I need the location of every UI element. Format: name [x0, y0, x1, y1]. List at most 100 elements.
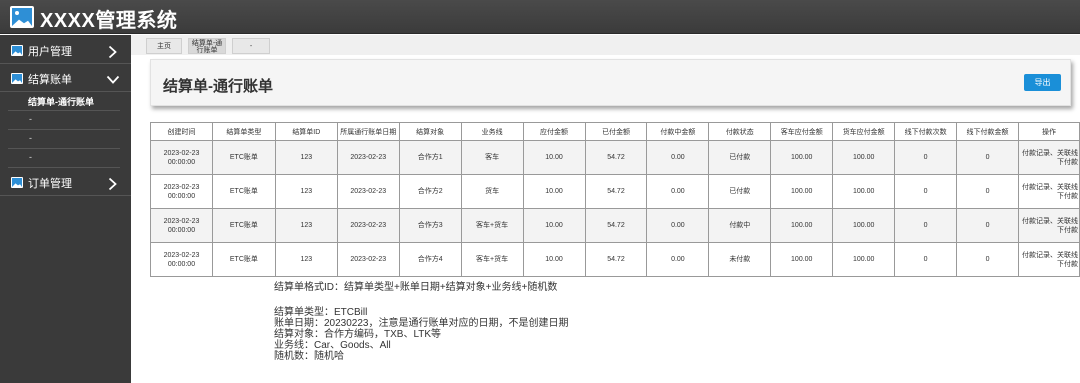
table-row[interactable]: 2023-02-23 00:00:00 ETC账单 123 2023-02-23 …	[150, 242, 1080, 277]
tab-label: -	[249, 43, 253, 50]
operations-link[interactable]: 付款记录、关联线	[1022, 252, 1078, 259]
column-header: 已付金额	[584, 122, 648, 141]
created-time-cell: 2023-02-23 00:00:00	[150, 174, 213, 209]
column-header: 付款中金额	[646, 122, 710, 141]
business-line-cell: 货车	[460, 174, 524, 209]
offline-amount-cell: 0	[956, 242, 1019, 277]
status-cell: 付款中	[708, 208, 772, 243]
paying-cell: 0.00	[646, 208, 710, 243]
sidebar-subitem[interactable]: -	[8, 111, 120, 130]
image-icon	[11, 177, 23, 188]
sidebar-item-order-management[interactable]: 订单管理	[0, 168, 131, 196]
operations-link[interactable]: 付款记录、关联线	[1022, 184, 1078, 191]
table-row[interactable]: 2023-02-23 00:00:00 ETC账单 123 2023-02-23 …	[150, 140, 1080, 175]
created-date: 2023-02-23	[163, 183, 200, 191]
bus-payable-cell: 100.00	[770, 208, 834, 243]
paid-cell: 54.72	[584, 242, 648, 277]
created-date: 2023-02-23	[163, 251, 200, 259]
offline-amount-cell: 0	[956, 208, 1019, 243]
column-header: 结算对象	[398, 122, 462, 141]
tab-label-line2: 行账单	[196, 47, 218, 54]
operations-link[interactable]: 下付款	[1057, 261, 1078, 268]
column-header: 结算单类型	[211, 122, 276, 141]
table-header-row: 创建时间 结算单类型 结算单ID 所属通行账单日期 结算对象 业务线 应付金额 …	[150, 122, 1080, 141]
tab-home[interactable]: 主页	[146, 38, 182, 54]
paid-cell: 54.72	[584, 174, 648, 209]
business-line-cell: 客车+货车	[460, 242, 524, 277]
operations-link[interactable]: 下付款	[1057, 193, 1078, 200]
sidebar-subitem[interactable]: -	[8, 149, 120, 168]
operations-cell: 付款记录、关联线下付款	[1018, 174, 1080, 209]
column-header: 业务线	[460, 122, 524, 141]
sidebar-subitem[interactable]: -	[8, 130, 120, 149]
created-clock: 00:00:00	[167, 192, 196, 200]
created-time-cell: 2023-02-23 00:00:00	[150, 242, 213, 277]
business-line-cell: 客车+货车	[460, 208, 524, 243]
offline-count-cell: 0	[894, 174, 958, 209]
type-cell: ETC账单	[211, 242, 276, 277]
tab-settlement-toll-bill[interactable]: 结算单-通 行账单	[188, 38, 226, 54]
chevron-right-icon	[108, 45, 117, 59]
table-row[interactable]: 2023-02-23 00:00:00 ETC账单 123 2023-02-23 …	[150, 208, 1080, 243]
bill-date-cell: 2023-02-23	[336, 208, 400, 243]
bus-payable-cell: 100.00	[770, 174, 834, 209]
operations-link[interactable]: 付款记录、关联线	[1022, 218, 1078, 225]
truck-payable-cell: 100.00	[832, 140, 896, 175]
format-notes: 结算单格式ID：结算单类型+账单日期+结算对象+业务线+随机数 结算单类型：ET…	[274, 282, 569, 362]
page-header-card: 结算单-通行账单 导出	[150, 59, 1071, 106]
sidebar-item-user-management[interactable]: 用户管理	[0, 36, 131, 64]
sidebar-subitem-label: -	[29, 152, 32, 162]
operations-link[interactable]: 下付款	[1057, 227, 1078, 234]
offline-amount-cell: 0	[956, 140, 1019, 175]
top-header: XXXX管理系统	[0, 0, 1080, 34]
paying-cell: 0.00	[646, 174, 710, 209]
paid-cell: 54.72	[584, 208, 648, 243]
created-clock: 00:00:00	[167, 158, 196, 166]
note-line: 结算对象：合作方编码，TXB、LTK等	[274, 329, 442, 340]
created-clock: 00:00:00	[167, 260, 196, 268]
column-header: 结算单ID	[274, 122, 338, 141]
column-header: 创建时间	[150, 122, 213, 141]
note-line: 结算单类型：ETCBill	[274, 307, 368, 318]
sidebar-item-label: 订单管理	[28, 178, 72, 190]
paying-cell: 0.00	[646, 242, 710, 277]
id-cell: 123	[274, 208, 338, 243]
id-cell: 123	[274, 242, 338, 277]
sidebar: 用户管理 结算账单 结算单-通行账单 - - - 订单管理	[0, 35, 131, 383]
operations-cell: 付款记录、关联线下付款	[1018, 140, 1080, 175]
created-time-cell: 2023-02-23 00:00:00	[150, 208, 213, 243]
truck-payable-cell: 100.00	[832, 242, 896, 277]
settlement-table: 创建时间 结算单类型 结算单ID 所属通行账单日期 结算对象 业务线 应付金额 …	[150, 122, 1080, 277]
offline-count-cell: 0	[894, 140, 958, 175]
bill-date-cell: 2023-02-23	[336, 242, 400, 277]
target-cell: 合作方2	[398, 174, 462, 209]
page-title: 结算单-通行账单	[163, 78, 273, 95]
payable-cell: 10.00	[522, 174, 586, 209]
bus-payable-cell: 100.00	[770, 242, 834, 277]
chevron-right-icon	[108, 177, 117, 191]
type-cell: ETC账单	[211, 174, 276, 209]
tab-extra[interactable]: -	[232, 38, 270, 54]
sidebar-subitem-label: -	[29, 133, 32, 143]
operations-link[interactable]: 下付款	[1057, 159, 1078, 166]
sidebar-subitem-settlement-toll-bill[interactable]: 结算单-通行账单	[8, 92, 120, 111]
operations-link[interactable]: 付款记录、关联线	[1022, 150, 1078, 157]
tab-bar: 主页 结算单-通 行账单 -	[131, 35, 1080, 55]
offline-amount-cell: 0	[956, 174, 1019, 209]
bill-date-cell: 2023-02-23	[336, 174, 400, 209]
paying-cell: 0.00	[646, 140, 710, 175]
created-date: 2023-02-23	[163, 149, 200, 157]
export-button[interactable]: 导出	[1024, 74, 1061, 91]
sidebar-item-label: 用户管理	[28, 46, 72, 58]
app-logo-icon	[10, 6, 34, 28]
payable-cell: 10.00	[522, 242, 586, 277]
id-cell: 123	[274, 174, 338, 209]
app-title: XXXX管理系统	[40, 10, 178, 32]
column-header: 线下付款金额	[956, 122, 1019, 141]
target-cell: 合作方1	[398, 140, 462, 175]
type-cell: ETC账单	[211, 208, 276, 243]
payable-cell: 10.00	[522, 208, 586, 243]
note-line: 结算单格式ID：结算单类型+账单日期+结算对象+业务线+随机数	[274, 282, 558, 293]
table-row[interactable]: 2023-02-23 00:00:00 ETC账单 123 2023-02-23 …	[150, 174, 1080, 209]
sidebar-item-settlement[interactable]: 结算账单	[0, 64, 131, 92]
